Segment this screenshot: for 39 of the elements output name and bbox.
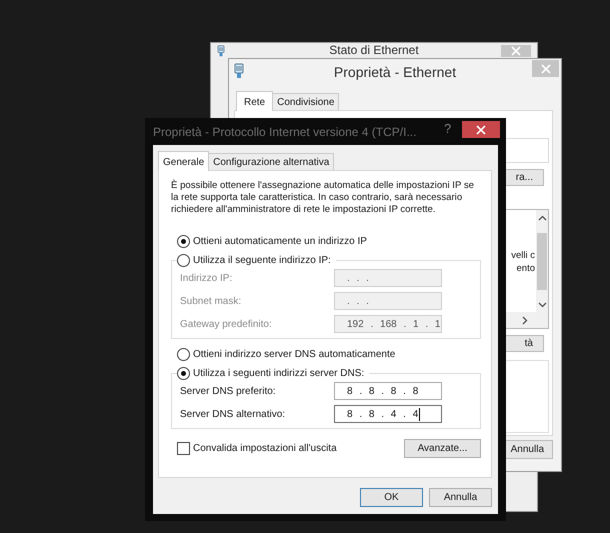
radio-label: Utilizza i seguenti indirizzi server DNS:: [193, 368, 364, 379]
description-text: È possibile ottenere l'assegnazione automatica delle impostazioni IP se la rete supporta tale caratteristica. In caso contrario, sarà necessario richiedere all'amministratore di rete le impostazioni IP corrette.: [171, 180, 475, 216]
radio-button[interactable]: [177, 348, 190, 361]
tab[interactable]: Rete: [236, 91, 274, 111]
checkbox[interactable]: [177, 442, 190, 455]
field-label: Subnet mask:: [180, 296, 242, 306]
close-button[interactable]: [462, 121, 500, 138]
field-label: Server DNS preferito:: [180, 386, 277, 396]
window-title: Proprietà - Protocollo Internet versione 4 (TCP/I...: [153, 124, 416, 138]
help-button[interactable]: ?: [444, 121, 452, 136]
dialog-button[interactable]: OK: [360, 488, 423, 507]
advanced-button[interactable]: Avanzate...: [404, 439, 481, 458]
checkbox-label: Convalida impostazioni all'uscita: [193, 443, 337, 454]
network-adapter-icon: [234, 63, 244, 79]
tab[interactable]: Condivisione: [272, 93, 340, 110]
field-label: Server DNS alternativo:: [180, 408, 286, 420]
window-title: Proprietà - Ethernet: [334, 64, 456, 80]
radio-button[interactable]: [177, 367, 190, 380]
radio-label: Utilizza il seguente indirizzo IP:: [193, 255, 331, 266]
field-label: Indirizzo IP:: [180, 272, 234, 284]
list-item[interactable]: velli c: [511, 249, 536, 262]
ip-address-field[interactable]: 8 . 8 . 8 . 8: [334, 382, 442, 400]
close-icon: [476, 124, 486, 134]
radio-button[interactable]: [177, 235, 190, 248]
network-adapter-icon: [216, 45, 226, 57]
close-icon: [511, 46, 521, 56]
radio-label: Ottieni automaticamente un indirizzo IP: [193, 236, 367, 247]
scrollbar[interactable]: [536, 210, 548, 328]
radio-label: Ottieni indirizzo server DNS automaticamente: [193, 349, 396, 360]
tab[interactable]: Generale: [158, 151, 210, 171]
radio-button[interactable]: [177, 254, 190, 267]
dialog-button[interactable]: Annulla: [429, 488, 492, 507]
tab[interactable]: Configurazione alternativa: [208, 153, 334, 170]
window-title: Stato di Ethernet: [329, 43, 419, 57]
list-item[interactable]: ento: [516, 262, 536, 275]
field-label: Gateway predefinito:: [180, 318, 273, 330]
close-icon: [540, 64, 550, 74]
scroll-thumb[interactable]: [537, 233, 547, 290]
ip-address-field[interactable]: 8 . 8 . 4 . 4: [334, 405, 442, 423]
